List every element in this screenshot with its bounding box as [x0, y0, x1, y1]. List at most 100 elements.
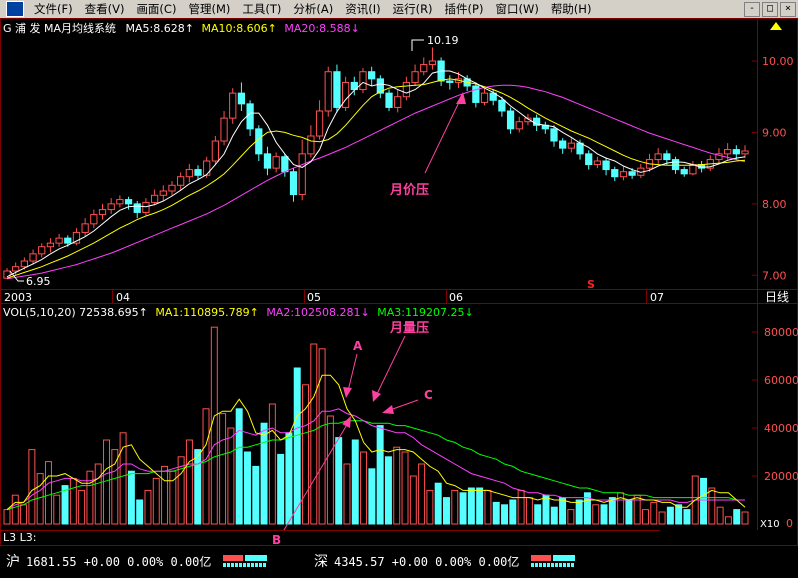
candle-body [341, 81, 350, 108]
volume-resistance-label: 月量压 [389, 321, 429, 336]
restore-button[interactable]: □ [762, 1, 778, 17]
menu-info[interactable]: 资讯(I) [339, 1, 386, 17]
volume-bar [517, 489, 525, 525]
price-ma10-line [6, 78, 746, 279]
candle-body [402, 81, 411, 98]
volume-bar [384, 456, 392, 525]
volume-bar [136, 499, 144, 525]
volume-bar [683, 509, 691, 525]
menu-help[interactable]: 帮助(H) [545, 1, 598, 17]
vol-tick: 60000 [764, 374, 798, 387]
volume-bar [650, 501, 658, 525]
candle-body [142, 201, 150, 213]
candle-body [593, 160, 602, 166]
candle-body [116, 199, 124, 205]
volume-bar [94, 463, 102, 525]
volume-bar [202, 408, 210, 525]
candle-body [585, 153, 593, 166]
shanghai-index[interactable]: 沪 1681.55 +0.00 0.00% 0.00亿 [6, 551, 268, 571]
app-icon [6, 1, 24, 17]
shanghai-index-text: 1681.55 +0.00 0.00% 0.00亿 [26, 554, 212, 569]
volume-bar [103, 439, 110, 525]
candle-body [81, 223, 89, 233]
volume-bar [467, 487, 475, 525]
candle-body [480, 92, 489, 103]
window-controls: - □ × [744, 1, 796, 17]
candle-body [428, 60, 437, 66]
shenzhen-index[interactable]: 深 4345.57 +0.00 0.00% 0.00亿 [314, 551, 576, 571]
shenzhen-index-text: 4345.57 +0.00 0.00% 0.00亿 [334, 554, 520, 569]
candle-body [732, 149, 740, 155]
volume-bar [161, 465, 169, 525]
candle-body [506, 110, 515, 130]
candle-body [602, 160, 610, 171]
x-axis-ticks [112, 289, 647, 303]
candle-body [654, 153, 662, 161]
high-price-label: 10.19 [427, 34, 459, 47]
ma10-price-label: MA10:8.606↑ [201, 22, 276, 35]
volume-bar [409, 475, 417, 525]
candle-body [46, 242, 55, 248]
x-label-07: 07 [650, 291, 664, 304]
volume-bar [401, 451, 409, 525]
volume-bar [219, 413, 227, 525]
svg-text:G 浦 发 MA月均线系统 MA5:8.628↑: G 浦 发 MA月均线系统 MA5:8.628↑ MA10:8.606↑ MA2… [3, 21, 360, 35]
menu-plugins[interactable]: 插件(P) [439, 1, 490, 17]
candle-body [220, 117, 228, 142]
period-label[interactable]: 日线 [765, 290, 789, 304]
menu-bar: 文件(F) 查看(V) 画面(C) 管理(M) 工具(T) 分析(A) 资讯(I… [0, 0, 798, 18]
low-price-label: 6.95 [26, 275, 51, 288]
x-label-2003: 2003 [4, 291, 32, 304]
candle-body [185, 169, 193, 178]
candle-body [124, 199, 133, 205]
volume-bar [20, 504, 28, 525]
candle-body [98, 209, 107, 216]
candle-body [368, 71, 376, 80]
point-c-label: C [424, 388, 433, 402]
volume-bar [418, 463, 426, 525]
candle-body [211, 140, 220, 162]
candle-body [559, 140, 567, 149]
vol-indicator-label: VOL(5,10,20) 72538.695↑ [3, 306, 148, 319]
volume-bar [36, 473, 44, 525]
minimize-button[interactable]: - [744, 1, 760, 17]
volume-bar [716, 506, 724, 525]
menu-window[interactable]: 窗口(W) [489, 1, 544, 17]
volume-bar [277, 453, 285, 525]
close-button[interactable]: × [780, 1, 796, 17]
ma5-price-label: MA5:8.628↑ [126, 22, 194, 35]
volume-bar [658, 511, 666, 525]
candle-body [619, 171, 628, 178]
volume-bar [550, 506, 558, 525]
candle-body [359, 71, 367, 91]
candle-body [671, 159, 680, 171]
volume-bar [144, 489, 152, 525]
candle-body [55, 237, 63, 244]
stock-chart[interactable]: G 浦 发 MA月均线系统 MA5:8.628↑ MA10:8.606↑ MA2… [0, 18, 798, 546]
menu-manage[interactable]: 管理(M) [182, 1, 236, 17]
x-label-06: 06 [449, 291, 463, 304]
price-ma20-line [6, 84, 746, 280]
menu-analysis[interactable]: 分析(A) [287, 1, 339, 17]
candle-body [420, 64, 428, 73]
svg-text:VOL(5,10,20) 72538.695↑ MA: VOL(5,10,20) 72538.695↑ MA1:110895.789↑ … [3, 306, 474, 319]
candle-body [38, 246, 46, 255]
menu-file[interactable]: 文件(F) [28, 1, 79, 17]
menu-run[interactable]: 运行(R) [387, 1, 439, 17]
volume-bar [252, 465, 260, 525]
x-label-05: 05 [307, 291, 321, 304]
menu-screen[interactable]: 画面(C) [130, 1, 182, 17]
volume-bar [442, 497, 450, 525]
candle-body [289, 171, 298, 196]
volume-bar [335, 437, 343, 525]
menu-view[interactable]: 查看(V) [79, 1, 131, 17]
volume-bar [78, 489, 86, 525]
volume-bar [525, 497, 533, 525]
menu-tools[interactable]: 工具(T) [236, 1, 287, 17]
price-resistance-label: 月价压 [389, 183, 429, 198]
volume-bar [700, 477, 708, 525]
candle-body [298, 153, 306, 196]
up-arrow-icon[interactable] [770, 22, 782, 30]
l3-indicator-label: L3 L3: [3, 531, 36, 544]
candle-body [229, 92, 237, 119]
